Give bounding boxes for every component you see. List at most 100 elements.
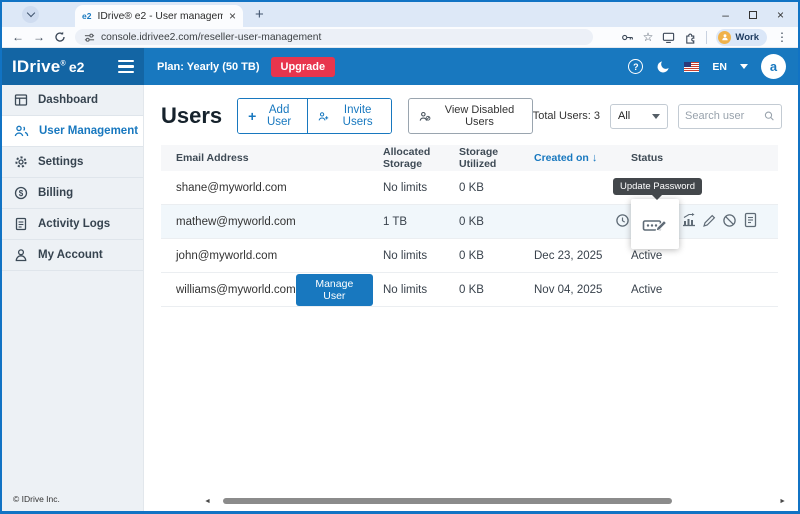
site-info-icon[interactable] bbox=[84, 32, 95, 43]
content-header: Users + Add User Invite Users View Disab… bbox=[161, 98, 782, 134]
hamburger-menu-icon[interactable] bbox=[118, 60, 134, 73]
total-users-label: Total Users: 3 bbox=[533, 110, 600, 122]
col-allocated: Allocated Storage bbox=[383, 146, 459, 170]
person-icon bbox=[14, 248, 28, 262]
horizontal-scrollbar[interactable]: ◄ ► bbox=[204, 497, 786, 505]
usage-chart-icon[interactable] bbox=[681, 212, 697, 228]
account-avatar[interactable]: a bbox=[761, 54, 786, 79]
invite-user-icon bbox=[318, 110, 329, 123]
col-created-sort[interactable]: Created on↓ bbox=[534, 152, 631, 164]
app-header: IDrive® e2 Plan: Yearly (50 TB) Upgrade … bbox=[2, 48, 798, 85]
address-bar[interactable]: console.idrivee2.com/reseller-user-manag… bbox=[75, 29, 593, 45]
browser-menu-icon[interactable]: ⋮ bbox=[776, 31, 788, 43]
new-tab-button[interactable]: + bbox=[255, 7, 264, 22]
storage-utilized: 0 KB bbox=[459, 250, 534, 262]
sidebar-label: Dashboard bbox=[38, 94, 98, 106]
product-text: e2 bbox=[69, 59, 85, 75]
sidebar-label: User Management bbox=[39, 125, 138, 137]
user-filter-dropdown[interactable]: All bbox=[610, 104, 668, 129]
toolbar-divider bbox=[706, 31, 707, 44]
logs-icon[interactable] bbox=[743, 212, 758, 228]
password-key-icon[interactable] bbox=[621, 31, 634, 44]
table-row[interactable]: john@myworld.com No limits 0 KB Dec 23, … bbox=[161, 239, 778, 273]
extensions-puzzle-icon[interactable] bbox=[684, 31, 697, 44]
tab-close-icon[interactable]: × bbox=[229, 10, 236, 22]
minimize-button[interactable]: – bbox=[722, 9, 729, 21]
storage-utilized: 0 KB bbox=[459, 284, 534, 296]
sidebar-item-my-account[interactable]: My Account bbox=[2, 240, 143, 271]
close-window-button[interactable]: × bbox=[777, 9, 784, 21]
sidebar-item-settings[interactable]: Settings bbox=[2, 147, 143, 178]
browser-toolbar: ← → console.idrivee2.com/reseller-user-m… bbox=[2, 27, 798, 48]
add-user-button[interactable]: + Add User bbox=[238, 99, 307, 133]
back-button[interactable]: ← bbox=[12, 31, 24, 43]
col-utilized: Storage Utilized bbox=[459, 146, 534, 170]
update-password-hover-card[interactable] bbox=[631, 199, 679, 249]
dark-mode-moon-icon[interactable] bbox=[656, 59, 671, 74]
col-status: Status bbox=[631, 152, 778, 164]
manage-user-button[interactable]: Manage User bbox=[296, 274, 373, 306]
bookmark-star-icon[interactable]: ☆ bbox=[643, 31, 654, 43]
dropdown-caret-icon bbox=[652, 114, 660, 119]
header-right: ? EN a bbox=[628, 54, 798, 79]
user-email: john@myworld.com bbox=[161, 250, 383, 262]
users-table: Email Address Allocated Storage Storage … bbox=[161, 145, 778, 307]
col-email: Email Address bbox=[161, 152, 383, 164]
sort-desc-icon: ↓ bbox=[592, 152, 598, 164]
scroll-left-icon[interactable]: ◄ bbox=[204, 498, 211, 505]
forward-button[interactable]: → bbox=[33, 31, 45, 43]
table-row[interactable]: williams@myworld.com Manage User No limi… bbox=[161, 273, 778, 307]
disabled-user-icon bbox=[419, 110, 431, 123]
status-badge: Active bbox=[631, 284, 778, 296]
edit-icon[interactable] bbox=[702, 213, 717, 228]
scrollbar-thumb[interactable] bbox=[223, 498, 672, 504]
user-email: mathew@myworld.com bbox=[161, 216, 383, 228]
reload-button[interactable] bbox=[54, 31, 66, 43]
plus-icon: + bbox=[248, 109, 256, 123]
billing-icon: $ bbox=[14, 186, 28, 200]
brand-text: IDrive® bbox=[12, 57, 66, 77]
dashboard-icon bbox=[14, 93, 28, 107]
monitor-icon[interactable] bbox=[662, 31, 675, 44]
tab-title: IDrive® e2 - User management bbox=[97, 11, 223, 22]
maximize-button[interactable] bbox=[749, 11, 757, 19]
help-icon[interactable]: ? bbox=[628, 59, 643, 74]
language-label: EN bbox=[712, 61, 727, 73]
us-flag-icon bbox=[684, 62, 699, 72]
gear-icon bbox=[14, 155, 28, 169]
header-tools: Total Users: 3 All bbox=[533, 104, 782, 129]
scroll-right-icon[interactable]: ► bbox=[779, 498, 786, 505]
disable-icon[interactable] bbox=[722, 213, 737, 228]
storage-utilized: 0 KB bbox=[459, 182, 534, 194]
created-on: Dec 23, 2025 bbox=[534, 250, 631, 262]
sidebar-item-dashboard[interactable]: Dashboard bbox=[2, 85, 143, 116]
language-caret-icon[interactable] bbox=[740, 64, 748, 69]
sidebar-item-activity-logs[interactable]: Activity Logs bbox=[2, 209, 143, 240]
search-box bbox=[678, 104, 782, 129]
tooltip: Update Password bbox=[613, 178, 702, 195]
invite-users-button[interactable]: Invite Users bbox=[307, 99, 392, 133]
search-icon[interactable] bbox=[764, 110, 775, 122]
clock-icon[interactable] bbox=[615, 213, 630, 228]
profile-avatar-icon bbox=[718, 31, 731, 44]
sidebar-label: Settings bbox=[38, 156, 83, 168]
tab-search-button[interactable] bbox=[22, 6, 39, 23]
sidebar-item-billing[interactable]: $ Billing bbox=[2, 178, 143, 209]
browser-tab[interactable]: e2 IDrive® e2 - User management × bbox=[75, 5, 243, 27]
update-password-icon bbox=[642, 213, 668, 235]
idrive-logo: IDrive® e2 bbox=[2, 48, 144, 85]
sidebar-label: My Account bbox=[38, 249, 103, 261]
upgrade-button[interactable]: Upgrade bbox=[271, 57, 336, 77]
chevron-down-icon bbox=[26, 9, 34, 17]
profile-button[interactable]: Work bbox=[716, 29, 767, 46]
search-input[interactable] bbox=[685, 110, 764, 122]
plan-label: Plan: Yearly (50 TB) bbox=[157, 61, 260, 73]
status-badge: Active bbox=[631, 250, 778, 262]
page-title: Users bbox=[161, 103, 222, 129]
sidebar-label: Activity Logs bbox=[38, 218, 110, 230]
sidebar-item-user-management[interactable]: User Management bbox=[2, 116, 143, 147]
tab-strip: e2 IDrive® e2 - User management × + – × bbox=[2, 2, 798, 27]
view-disabled-users-button[interactable]: View Disabled Users bbox=[408, 98, 532, 134]
user-actions-group: + Add User Invite Users bbox=[237, 98, 392, 134]
url-text: console.idrivee2.com/reseller-user-manag… bbox=[101, 32, 321, 43]
